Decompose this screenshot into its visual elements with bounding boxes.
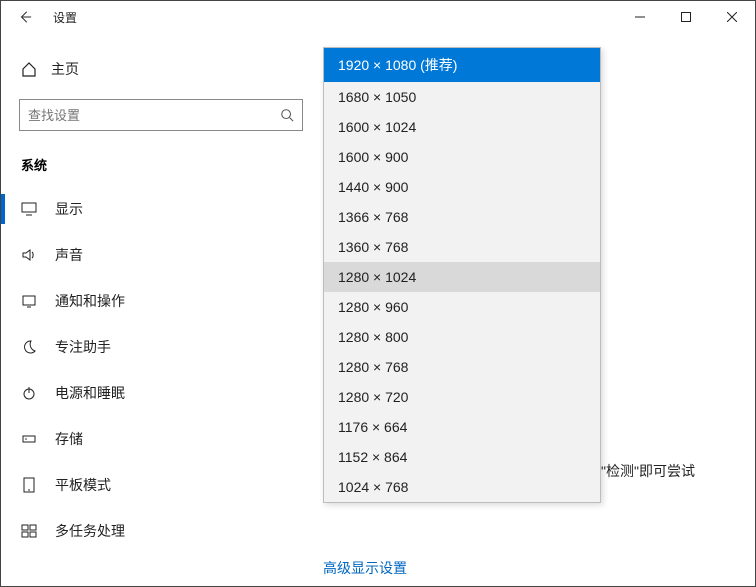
nav-item-sound[interactable]: 声音 — [1, 232, 321, 278]
home-label: 主页 — [51, 59, 79, 79]
nav-label: 多任务处理 — [55, 521, 125, 541]
resolution-option[interactable]: 1280 × 720 — [324, 382, 600, 412]
power-icon — [21, 385, 37, 401]
arrow-left-icon — [18, 10, 32, 24]
resolution-option[interactable]: 1024 × 768 — [324, 472, 600, 502]
nav-item-power-sleep[interactable]: 电源和睡眠 — [1, 370, 321, 416]
resolution-option[interactable]: 1280 × 800 — [324, 322, 600, 352]
nav-item-multitasking[interactable]: 多任务处理 — [1, 508, 321, 554]
resolution-option[interactable]: 1680 × 1050 — [324, 82, 600, 112]
resolution-option[interactable]: 1600 × 1024 — [324, 112, 600, 142]
minimize-icon — [635, 12, 645, 22]
nav-item-storage[interactable]: 存储 — [1, 416, 321, 462]
close-icon — [727, 12, 737, 22]
home-icon — [21, 61, 37, 77]
resolution-option[interactable]: 1176 × 664 — [324, 412, 600, 442]
back-button[interactable] — [1, 1, 49, 33]
tablet-icon — [21, 477, 37, 493]
resolution-option[interactable]: 1280 × 768 — [324, 352, 600, 382]
sidebar: 主页 系统 显示 声音 通知和操作 — [1, 33, 321, 586]
resolution-option[interactable]: 1152 × 864 — [324, 442, 600, 472]
close-button[interactable] — [709, 1, 755, 33]
minimize-button[interactable] — [617, 1, 663, 33]
detect-hint-text: "检测"即可尝试 — [601, 461, 695, 481]
nav-label: 电源和睡眠 — [55, 383, 125, 403]
search-input[interactable] — [28, 108, 280, 123]
resolution-option[interactable]: 1360 × 768 — [324, 232, 600, 262]
maximize-button[interactable] — [663, 1, 709, 33]
nav-label: 通知和操作 — [55, 291, 125, 311]
section-title: 系统 — [1, 149, 321, 186]
resolution-option[interactable]: 1280 × 1024 — [324, 262, 600, 292]
nav-label: 专注助手 — [55, 337, 111, 357]
home-nav[interactable]: 主页 — [1, 49, 321, 89]
nav-item-tablet-mode[interactable]: 平板模式 — [1, 462, 321, 508]
resolution-option[interactable]: 1440 × 900 — [324, 172, 600, 202]
active-indicator — [1, 194, 5, 224]
multitask-icon — [21, 523, 37, 539]
resolution-dropdown[interactable]: 1920 × 1080 (推荐) 1680 × 1050 1600 × 1024… — [323, 47, 601, 503]
notification-icon — [21, 293, 37, 309]
search-box[interactable] — [19, 99, 303, 131]
maximize-icon — [681, 12, 691, 22]
nav-label: 平板模式 — [55, 475, 111, 495]
moon-icon — [21, 339, 37, 355]
window-controls — [617, 1, 755, 33]
body: 主页 系统 显示 声音 通知和操作 — [1, 33, 755, 586]
resolution-option[interactable]: 1366 × 768 — [324, 202, 600, 232]
nav-label: 显示 — [55, 199, 83, 219]
nav-item-display[interactable]: 显示 — [1, 186, 321, 232]
resolution-option[interactable]: 1600 × 900 — [324, 142, 600, 172]
nav-item-focus-assist[interactable]: 专注助手 — [1, 324, 321, 370]
nav-label: 存储 — [55, 429, 83, 449]
settings-window: 设置 主页 — [0, 0, 756, 587]
window-title: 设置 — [53, 9, 77, 26]
resolution-option[interactable]: 1920 × 1080 (推荐) — [324, 48, 600, 82]
monitor-icon — [21, 201, 37, 217]
search-icon — [280, 108, 294, 122]
nav-label: 声音 — [55, 245, 83, 265]
content-area: 1920 × 1080 (推荐) 1680 × 1050 1600 × 1024… — [321, 33, 755, 586]
titlebar: 设置 — [1, 1, 755, 33]
resolution-option[interactable]: 1280 × 960 — [324, 292, 600, 322]
storage-icon — [21, 431, 37, 447]
nav-item-notifications[interactable]: 通知和操作 — [1, 278, 321, 324]
advanced-display-link[interactable]: 高级显示设置 — [323, 558, 407, 578]
speaker-icon — [21, 247, 37, 263]
